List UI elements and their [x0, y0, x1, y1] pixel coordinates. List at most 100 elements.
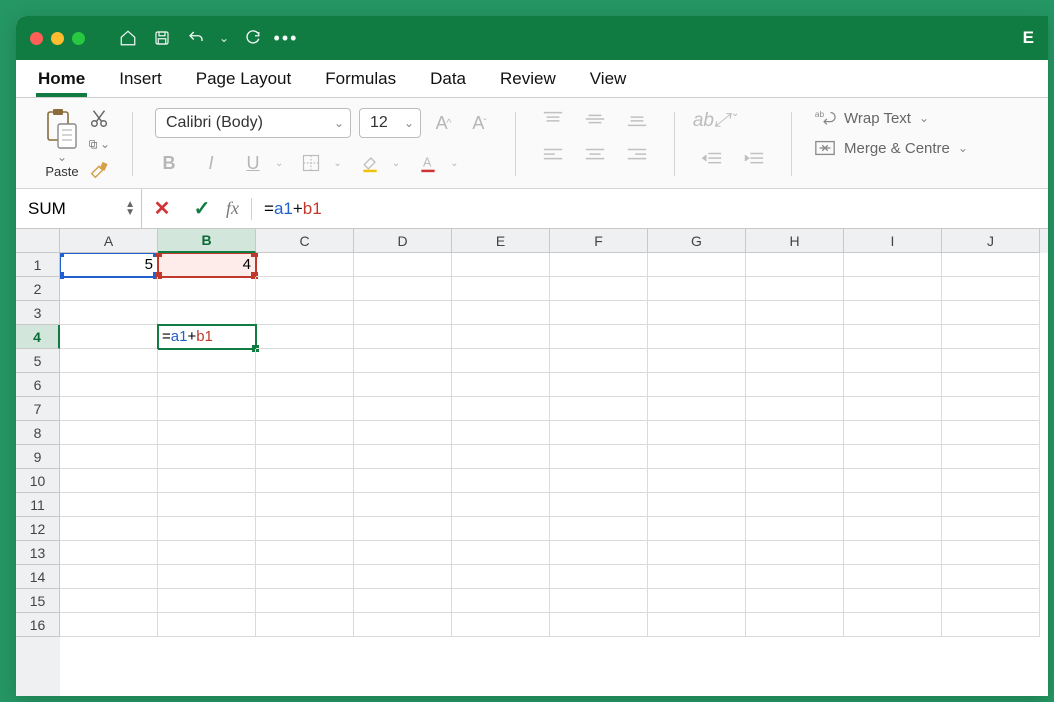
cell-I5[interactable]: [844, 349, 942, 373]
row-header-4[interactable]: 4: [16, 325, 60, 349]
cell-D12[interactable]: [354, 517, 452, 541]
tab-insert[interactable]: Insert: [117, 63, 164, 97]
bold-button[interactable]: B: [155, 150, 183, 176]
cell-J6[interactable]: [942, 373, 1040, 397]
cell-E5[interactable]: [452, 349, 550, 373]
cell-G12[interactable]: [648, 517, 746, 541]
cell-G7[interactable]: [648, 397, 746, 421]
cell-D2[interactable]: [354, 277, 452, 301]
undo-icon[interactable]: [183, 25, 209, 51]
cell-H4[interactable]: [746, 325, 844, 349]
column-header-H[interactable]: H: [746, 229, 844, 253]
cell-G10[interactable]: [648, 469, 746, 493]
undo-dropdown-icon[interactable]: ⌄: [217, 25, 231, 51]
cell-C9[interactable]: [256, 445, 354, 469]
cell-A1[interactable]: 5: [60, 253, 158, 277]
close-window-button[interactable]: [30, 32, 43, 45]
row-header-14[interactable]: 14: [16, 565, 60, 589]
home-icon[interactable]: [115, 25, 141, 51]
cell-I6[interactable]: [844, 373, 942, 397]
copy-icon[interactable]: ⌄: [88, 134, 110, 154]
cell-F16[interactable]: [550, 613, 648, 637]
cell-C13[interactable]: [256, 541, 354, 565]
cell-E7[interactable]: [452, 397, 550, 421]
save-icon[interactable]: [149, 25, 175, 51]
cell-G11[interactable]: [648, 493, 746, 517]
cell-H6[interactable]: [746, 373, 844, 397]
cell-C4[interactable]: [256, 325, 354, 349]
cell-F13[interactable]: [550, 541, 648, 565]
cell-G4[interactable]: [648, 325, 746, 349]
cell-I7[interactable]: [844, 397, 942, 421]
cell-C16[interactable]: [256, 613, 354, 637]
cell-B3[interactable]: [158, 301, 256, 325]
column-header-G[interactable]: G: [648, 229, 746, 253]
cell-D16[interactable]: [354, 613, 452, 637]
cell-I16[interactable]: [844, 613, 942, 637]
font-color-dropdown-icon[interactable]: ⌄: [450, 158, 458, 169]
cell-H12[interactable]: [746, 517, 844, 541]
row-header-13[interactable]: 13: [16, 541, 60, 565]
minimize-window-button[interactable]: [51, 32, 64, 45]
cell-E15[interactable]: [452, 589, 550, 613]
fill-color-dropdown-icon[interactable]: ⌄: [392, 158, 400, 169]
merge-centre-button[interactable]: Merge & Centre ⌄: [814, 138, 968, 158]
cell-E11[interactable]: [452, 493, 550, 517]
grow-font-icon[interactable]: A^: [429, 110, 457, 136]
cell-H16[interactable]: [746, 613, 844, 637]
shrink-font-icon[interactable]: Aˇ: [465, 110, 493, 136]
cell-J10[interactable]: [942, 469, 1040, 493]
cell-C12[interactable]: [256, 517, 354, 541]
cell-H1[interactable]: [746, 253, 844, 277]
cell-B16[interactable]: [158, 613, 256, 637]
row-header-1[interactable]: 1: [16, 253, 60, 277]
column-header-A[interactable]: A: [60, 229, 158, 253]
cells-area[interactable]: 54=a1+b1: [60, 253, 1048, 696]
cell-B15[interactable]: [158, 589, 256, 613]
cell-D4[interactable]: [354, 325, 452, 349]
cell-H3[interactable]: [746, 301, 844, 325]
cell-D11[interactable]: [354, 493, 452, 517]
cell-C6[interactable]: [256, 373, 354, 397]
cell-B14[interactable]: [158, 565, 256, 589]
cell-E13[interactable]: [452, 541, 550, 565]
cell-D8[interactable]: [354, 421, 452, 445]
cell-C10[interactable]: [256, 469, 354, 493]
cell-H15[interactable]: [746, 589, 844, 613]
row-header-15[interactable]: 15: [16, 589, 60, 613]
cell-D14[interactable]: [354, 565, 452, 589]
cell-B8[interactable]: [158, 421, 256, 445]
cell-A13[interactable]: [60, 541, 158, 565]
cell-B4[interactable]: =a1+b1: [158, 325, 256, 349]
column-header-E[interactable]: E: [452, 229, 550, 253]
align-middle-icon[interactable]: [580, 108, 610, 130]
cell-F2[interactable]: [550, 277, 648, 301]
cell-H8[interactable]: [746, 421, 844, 445]
cell-J1[interactable]: [942, 253, 1040, 277]
increase-indent-icon[interactable]: [739, 148, 769, 170]
fill-color-button[interactable]: [356, 150, 384, 176]
name-box[interactable]: SUM ▲▼: [16, 189, 142, 228]
cell-J14[interactable]: [942, 565, 1040, 589]
formula-input[interactable]: =a1+b1: [260, 199, 1048, 219]
wrap-text-button[interactable]: ab Wrap Text ⌄: [814, 108, 968, 128]
cell-A6[interactable]: [60, 373, 158, 397]
cell-F6[interactable]: [550, 373, 648, 397]
cell-F1[interactable]: [550, 253, 648, 277]
cell-H2[interactable]: [746, 277, 844, 301]
cell-E3[interactable]: [452, 301, 550, 325]
cell-F3[interactable]: [550, 301, 648, 325]
cell-A8[interactable]: [60, 421, 158, 445]
cell-G13[interactable]: [648, 541, 746, 565]
tab-formulas[interactable]: Formulas: [323, 63, 398, 97]
cell-F14[interactable]: [550, 565, 648, 589]
cell-C1[interactable]: [256, 253, 354, 277]
cell-J13[interactable]: [942, 541, 1040, 565]
cell-J5[interactable]: [942, 349, 1040, 373]
cell-E4[interactable]: [452, 325, 550, 349]
cell-C15[interactable]: [256, 589, 354, 613]
row-header-11[interactable]: 11: [16, 493, 60, 517]
name-box-stepper[interactable]: ▲▼: [125, 201, 135, 217]
redo-icon[interactable]: [239, 25, 265, 51]
cell-H14[interactable]: [746, 565, 844, 589]
